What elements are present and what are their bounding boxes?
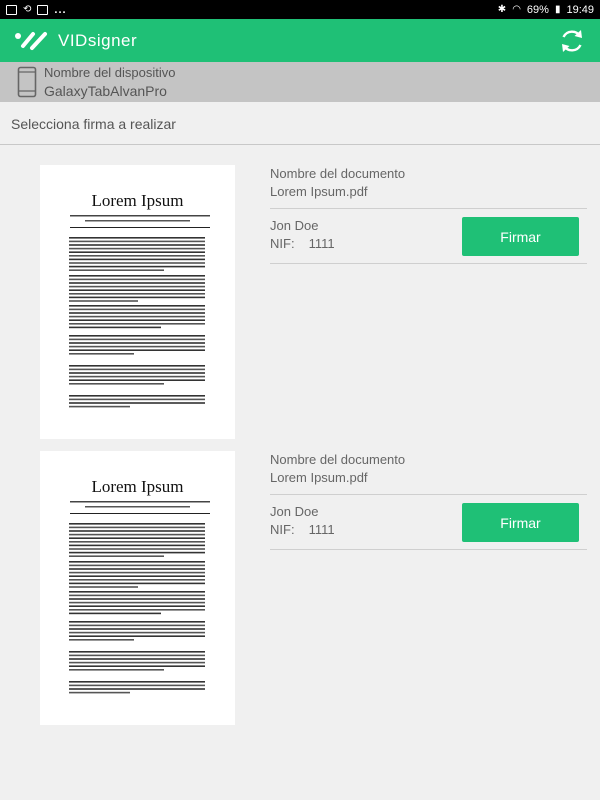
status-bar-left: ⟲ ... (6, 4, 67, 16)
battery-icon: ▮ (554, 4, 561, 15)
bluetooth-icon: ✱ (497, 4, 507, 15)
phone-icon (17, 66, 37, 98)
battery-percentage: 69% (526, 3, 549, 16)
sign-button[interactable]: Firmar (462, 217, 579, 256)
flipboard-notification-icon (37, 4, 49, 15)
document-thumbnail[interactable]: Lorem Ipsum (40, 165, 235, 439)
nif-label: NIF: (270, 236, 295, 251)
device-name-value: GalaxyTabAlvanPro (44, 83, 167, 99)
gallery-notification-icon (6, 4, 17, 15)
thumbnail-text-lines (69, 501, 210, 694)
status-bar-right: ✱ ◠ 69% ▮ 19:49 (498, 4, 594, 16)
document-info: Nombre del documento Lorem Ipsum.pdf Jon… (270, 165, 587, 264)
nif-value: 1111 (308, 522, 335, 537)
device-name-label: Nombre del dispositivo (44, 65, 176, 80)
document-card: Lorem Ipsum Nombre del documento Lorem I… (0, 165, 600, 439)
section-title: Selecciona firma a realizar (0, 103, 600, 145)
document-name-block: Nombre del documento Lorem Ipsum.pdf (270, 165, 587, 209)
signer-block: Jon Doe NIF: 1111 Firmar (270, 495, 587, 550)
device-bar: Nombre del dispositivo GalaxyTabAlvanPro (0, 62, 600, 102)
document-name-value: Lorem Ipsum.pdf (270, 184, 368, 199)
document-name-label: Nombre del documento (270, 452, 406, 467)
wifi-icon: ◠ (512, 4, 521, 15)
more-notifications-indicator: ... (54, 3, 67, 16)
refresh-icon[interactable] (558, 27, 586, 55)
document-thumbnail[interactable]: Lorem Ipsum (40, 451, 235, 725)
document-name-label: Nombre del documento (270, 166, 406, 181)
signer-block: Jon Doe NIF: 1111 Firmar (270, 209, 587, 264)
app-bar: VIDsigner (0, 19, 600, 62)
device-info: Nombre del dispositivo GalaxyTabAlvanPro (44, 63, 176, 101)
vidsigner-logo-icon (15, 31, 47, 50)
thumbnail-text-lines (69, 215, 210, 408)
clock: 19:49 (566, 3, 594, 16)
document-card: Lorem Ipsum Nombre del documento Lorem I… (0, 451, 600, 725)
app-title: VIDsigner (58, 30, 138, 50)
document-name-block: Nombre del documento Lorem Ipsum.pdf (270, 451, 587, 495)
document-info: Nombre del documento Lorem Ipsum.pdf Jon… (270, 451, 587, 550)
nif-label: NIF: (270, 522, 295, 537)
status-bar: ⟲ ... ✱ ◠ 69% ▮ 19:49 (0, 0, 600, 19)
sign-button[interactable]: Firmar (462, 503, 579, 542)
nif-value: 1111 (308, 236, 335, 251)
document-name-value: Lorem Ipsum.pdf (270, 470, 368, 485)
sync-notification-icon: ⟲ (23, 4, 32, 15)
